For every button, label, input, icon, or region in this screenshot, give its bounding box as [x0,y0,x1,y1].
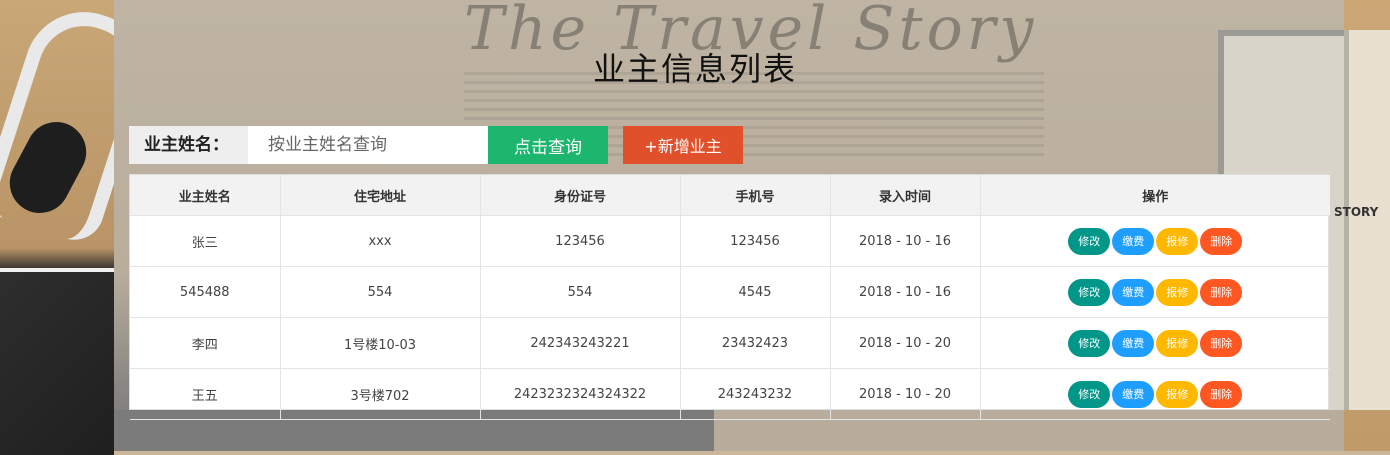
column-header-phone: 手机号 [679,175,831,216]
owner-table: 业主姓名 住宅地址 身份证号 手机号 录入时间 操作 张三 xxx 123456… [129,174,1330,420]
edit-button[interactable]: 修改 [1068,380,1111,408]
cell-actions: 修改 缴费 报修 删除 [979,266,1330,318]
cell-name: 李四 [130,317,281,369]
column-header-id-number: 身份证号 [479,175,681,216]
edit-button[interactable]: 修改 [1068,278,1111,306]
cell-actions: 修改 缴费 报修 删除 [979,215,1330,267]
pay-button[interactable]: 缴费 [1112,227,1155,255]
repair-button[interactable]: 报修 [1156,329,1199,357]
add-owner-button[interactable]: +新增业主 [623,126,743,164]
column-header-address: 住宅地址 [279,175,481,216]
owner-name-search-input[interactable] [248,126,488,164]
cell-date: 2018 - 10 - 20 [829,368,981,420]
column-header-date: 录入时间 [829,175,981,216]
pay-button[interactable]: 缴费 [1112,380,1155,408]
cell-address: 3号楼702 [279,368,481,420]
page-title: 业主信息列表 [592,50,797,88]
query-button[interactable]: 点击查询 [488,126,608,164]
cell-phone: 23432423 [679,317,831,369]
cell-name: 张三 [130,215,281,267]
column-header-actions: 操作 [979,175,1330,216]
repair-button[interactable]: 报修 [1156,380,1199,408]
cell-actions: 修改 缴费 报修 删除 [979,368,1330,420]
cell-id-number: 242343243221 [479,317,681,369]
cell-actions: 修改 缴费 报修 删除 [979,317,1330,369]
cell-address: 1号楼10-03 [279,317,481,369]
background-side-text: STORY [1334,205,1379,219]
repair-button[interactable]: 报修 [1156,278,1199,306]
cell-address: xxx [279,215,481,267]
dark-notebook-image [0,268,114,455]
cell-phone: 243243232 [679,368,831,420]
search-label: 业主姓名： [129,126,248,164]
repair-button[interactable]: 报修 [1156,227,1199,255]
cell-id-number: 123456 [479,215,681,267]
cell-name: 王五 [130,368,281,420]
cell-id-number: 554 [479,266,681,318]
pay-button[interactable]: 缴费 [1112,278,1155,306]
cell-id-number: 2423232324324322 [479,368,681,420]
table-row: 545488 554 554 4545 2018 - 10 - 16 修改 缴费… [130,266,1330,318]
delete-button[interactable]: 删除 [1200,380,1243,408]
edit-button[interactable]: 修改 [1068,227,1111,255]
column-header-name: 业主姓名 [130,175,281,216]
cell-date: 2018 - 10 - 20 [829,317,981,369]
table-row: 王五 3号楼702 2423232324324322 243243232 201… [130,368,1330,420]
table-row: 李四 1号楼10-03 242343243221 23432423 2018 -… [130,317,1330,369]
edit-button[interactable]: 修改 [1068,329,1111,357]
cell-phone: 123456 [679,215,831,267]
cell-date: 2018 - 10 - 16 [829,266,981,318]
delete-button[interactable]: 删除 [1200,329,1243,357]
cell-name: 545488 [130,266,281,318]
pay-button[interactable]: 缴费 [1112,329,1155,357]
delete-button[interactable]: 删除 [1200,227,1243,255]
table-header-row: 业主姓名 住宅地址 身份证号 手机号 录入时间 操作 [130,175,1330,216]
delete-button[interactable]: 删除 [1200,278,1243,306]
table-row: 张三 xxx 123456 123456 2018 - 10 - 16 修改 缴… [130,215,1330,267]
cell-date: 2018 - 10 - 16 [829,215,981,267]
search-bar: 业主姓名： 点击查询 +新增业主 [129,126,743,164]
cell-address: 554 [279,266,481,318]
cell-phone: 4545 [679,266,831,318]
